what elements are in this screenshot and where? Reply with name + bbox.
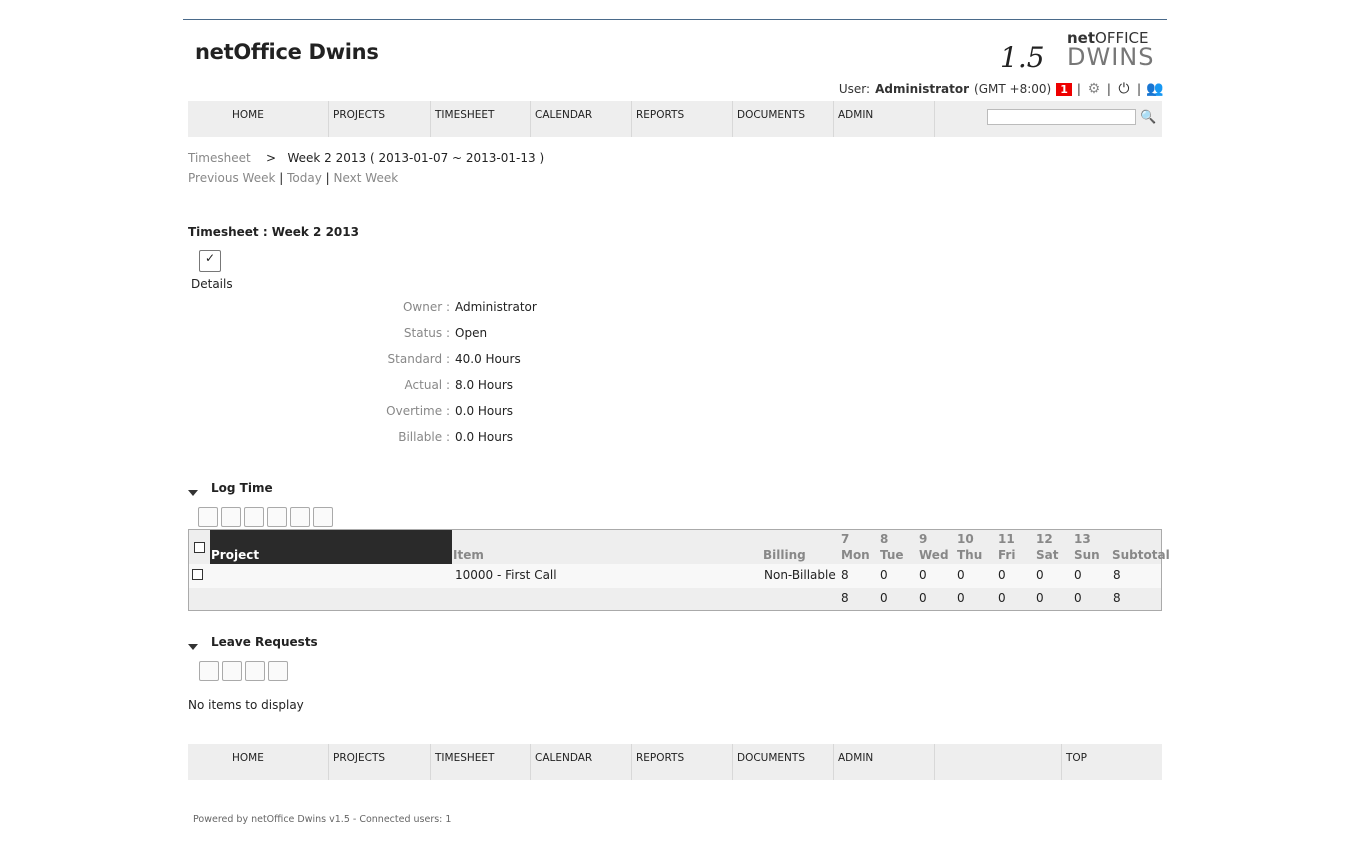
col-day-date: 8: [880, 532, 889, 546]
col-day-name: Mon: [841, 548, 870, 562]
app-title: netOffice Dwins: [195, 40, 379, 64]
row-hours: 0: [957, 568, 965, 582]
log-time-title: Log Time: [211, 481, 273, 495]
assign-time-icon[interactable]: [198, 507, 218, 527]
col-day-name: Sat: [1036, 548, 1059, 562]
col-day-date: 10: [957, 532, 974, 546]
col-item[interactable]: Item: [453, 548, 484, 562]
row-hours: 0: [880, 568, 888, 582]
nav-documents[interactable]: DOCUMENTS: [732, 101, 833, 137]
leave-requests-title: Leave Requests: [211, 635, 318, 649]
footer-nav-home[interactable]: HOME: [188, 744, 328, 780]
info-icon[interactable]: [313, 507, 333, 527]
row-hours: 0: [919, 568, 927, 582]
power-icon[interactable]: ⏻: [1116, 81, 1132, 97]
total-hours: 0: [957, 591, 965, 605]
gear-icon[interactable]: ⚙: [1086, 81, 1102, 97]
col-day-date: 12: [1036, 532, 1053, 546]
col-project[interactable]: Project: [211, 548, 259, 562]
footer-nav-reports[interactable]: REPORTS: [631, 744, 732, 780]
previous-week-link[interactable]: Previous Week: [188, 171, 275, 185]
col-day-name: Fri: [998, 548, 1016, 562]
add-time-icon[interactable]: [221, 507, 241, 527]
row-hours: 0: [1074, 568, 1082, 582]
today-link[interactable]: Today: [287, 171, 322, 185]
table-row: [189, 564, 1161, 588]
search-icon[interactable]: 🔍: [1140, 110, 1156, 126]
edit-icon[interactable]: [245, 661, 265, 681]
next-week-link[interactable]: Next Week: [334, 171, 399, 185]
row-hours: 0: [1036, 568, 1044, 582]
total-hours: 0: [880, 591, 888, 605]
week-nav: Previous Week | Today | Next Week: [188, 171, 399, 185]
delete-icon[interactable]: [267, 507, 287, 527]
col-day-date: 13: [1074, 532, 1091, 546]
footer-nav-top[interactable]: TOP: [1061, 744, 1162, 780]
add-leave-icon[interactable]: [199, 661, 219, 681]
nav-reports[interactable]: REPORTS: [631, 101, 732, 137]
empty-message: No items to display: [188, 698, 304, 712]
total-hours: 0: [919, 591, 927, 605]
footer-nav-documents[interactable]: DOCUMENTS: [732, 744, 833, 780]
col-day-date: 7: [841, 532, 850, 546]
info-icon[interactable]: [268, 661, 288, 681]
collapse-leave-icon[interactable]: [188, 644, 198, 650]
total-hours: 0: [1074, 591, 1082, 605]
row-checkbox[interactable]: [192, 569, 203, 580]
breadcrumb-timesheet[interactable]: Timesheet: [188, 151, 251, 165]
footer-nav-admin[interactable]: ADMIN: [833, 744, 934, 780]
footer-nav-calendar[interactable]: CALENDAR: [530, 744, 631, 780]
log-time-toolbar: [198, 507, 336, 530]
details-icon[interactable]: ✓: [199, 250, 221, 272]
notification-badge[interactable]: 1: [1056, 82, 1072, 96]
user-bar: User: Administrator (GMT +8:00) 1 | ⚙ | …: [838, 81, 1164, 97]
nav-timesheet[interactable]: TIMESHEET: [430, 101, 530, 137]
footer-nav: HOME PROJECTS TIMESHEET CALENDAR REPORTS…: [188, 744, 1162, 780]
time-chart-icon[interactable]: [244, 507, 264, 527]
col-day-name: Thu: [957, 548, 983, 562]
nav-home[interactable]: HOME: [188, 101, 328, 137]
user-name[interactable]: Administrator: [875, 82, 969, 96]
logo: 1.5 netOFFICE DWINS: [1000, 29, 1155, 74]
search-input[interactable]: [987, 109, 1136, 125]
col-day-name: Wed: [919, 548, 949, 562]
log-time-table: Project Item Billing Subtotal 10000 - Fi…: [188, 529, 1170, 611]
row-hours: 8: [841, 568, 849, 582]
row-billing: Non-Billable: [764, 568, 836, 582]
breadcrumb: Timesheet > Week 2 2013 ( 2013-01-07 ~ 2…: [188, 151, 545, 165]
footer-nav-projects[interactable]: PROJECTS: [328, 744, 430, 780]
col-day-name: Tue: [880, 548, 904, 562]
page-title: Timesheet : Week 2 2013: [188, 225, 359, 239]
nav-calendar[interactable]: CALENDAR: [530, 101, 631, 137]
total-hours: 8: [841, 591, 849, 605]
col-day-name: Sun: [1074, 548, 1100, 562]
total-hours: 0: [998, 591, 1006, 605]
main-nav: HOME PROJECTS TIMESHEET CALENDAR REPORTS…: [188, 101, 1162, 137]
total-hours: 0: [1036, 591, 1044, 605]
nav-admin[interactable]: ADMIN: [833, 101, 934, 137]
nav-projects[interactable]: PROJECTS: [328, 101, 430, 137]
col-billing[interactable]: Billing: [763, 548, 806, 562]
leave-toolbar: [199, 661, 291, 684]
delete-icon[interactable]: [222, 661, 242, 681]
row-hours: 0: [998, 568, 1006, 582]
col-day-date: 9: [919, 532, 928, 546]
row-item[interactable]: 10000 - First Call: [455, 568, 557, 582]
users-icon[interactable]: 👥: [1146, 81, 1163, 97]
details-label[interactable]: Details: [191, 277, 233, 291]
col-day-date: 11: [998, 532, 1015, 546]
select-all-checkbox[interactable]: [194, 542, 205, 553]
edit-icon[interactable]: [290, 507, 310, 527]
powered-by: Powered by netOffice Dwins v1.5 - Connec…: [193, 814, 452, 825]
collapse-log-time-icon[interactable]: [188, 490, 198, 496]
col-subtotal: Subtotal: [1112, 548, 1170, 562]
top-divider: [183, 19, 1167, 20]
footer-nav-timesheet[interactable]: TIMESHEET: [430, 744, 530, 780]
